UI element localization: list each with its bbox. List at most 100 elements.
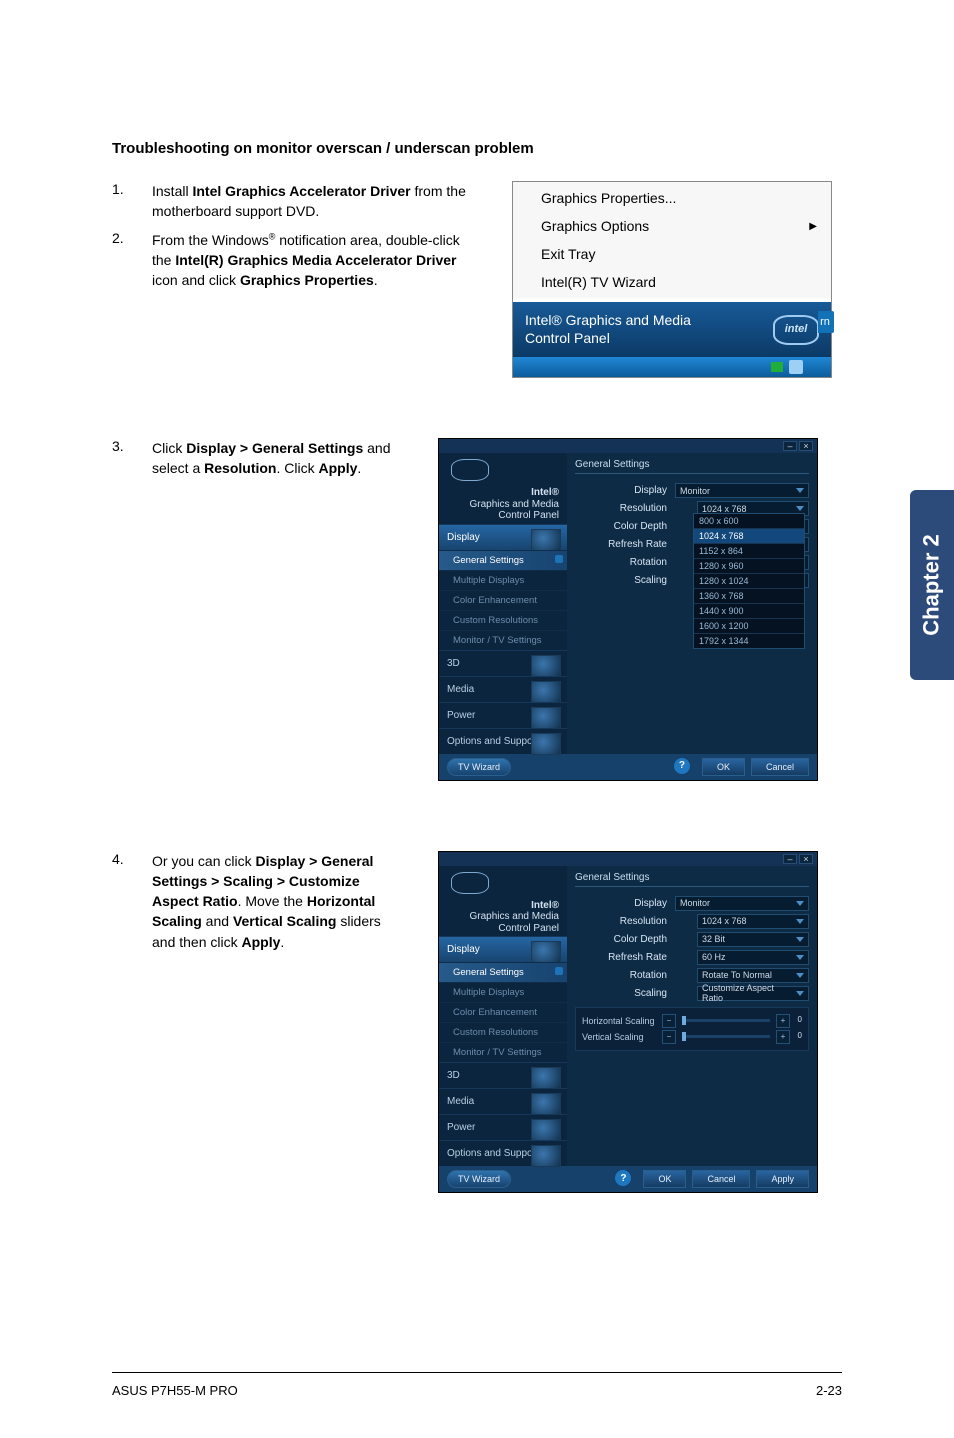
side-sub-multiple-displays[interactable]: Multiple Displays — [439, 570, 567, 590]
label-rotation: Rotation — [575, 557, 675, 568]
slider-stepper-down[interactable]: − — [662, 1014, 676, 1028]
step-body: Install Intel Graphics Accelerator Drive… — [152, 181, 492, 222]
close-button[interactable]: × — [799, 441, 813, 451]
chevron-down-icon — [796, 955, 804, 960]
slider-stepper-up[interactable]: + — [776, 1030, 790, 1044]
footer-right: 2-23 — [816, 1383, 842, 1398]
apply-button[interactable]: Apply — [756, 1170, 809, 1188]
resolution-option-list[interactable]: 800 x 600 1024 x 768 1152 x 864 1280 x 9… — [693, 513, 805, 649]
menu-item-label: Graphics Options — [541, 218, 649, 234]
resolution-option[interactable]: 1600 x 1200 — [694, 618, 804, 633]
resolution-option[interactable]: 1440 x 900 — [694, 603, 804, 618]
tv-wizard-button[interactable]: TV Wizard — [447, 1170, 511, 1188]
panel-banner: Intel® Graphics and Media Control Panel … — [513, 302, 831, 357]
label-scaling: Scaling — [575, 988, 675, 999]
select-resolution[interactable]: 1024 x 768 — [697, 914, 809, 929]
label-display: Display — [575, 898, 675, 909]
step-2: 2. From the Windows® notification area, … — [112, 230, 492, 291]
resolution-option[interactable]: 1360 x 768 — [694, 588, 804, 603]
side-sub-color-enhancement[interactable]: Color Enhancement — [439, 590, 567, 610]
slider-value: 0 — [790, 1015, 802, 1027]
chevron-down-icon — [796, 901, 804, 906]
resolution-option[interactable]: 1280 x 1024 — [694, 573, 804, 588]
select-scaling[interactable]: Customize Aspect Ratio — [697, 986, 809, 1001]
vertical-scaling-slider[interactable] — [682, 1035, 770, 1038]
side-item-3d[interactable]: 3D — [439, 650, 567, 676]
slider-stepper-up[interactable]: + — [776, 1014, 790, 1028]
side-item-display[interactable]: Display — [439, 936, 567, 962]
side-item-power[interactable]: Power — [439, 1114, 567, 1140]
side-sub-monitor-tv-settings[interactable]: Monitor / TV Settings — [439, 1042, 567, 1062]
side-item-media[interactable]: Media — [439, 1088, 567, 1114]
info-icon[interactable]: ? — [674, 758, 690, 774]
select-color-depth[interactable]: 32 Bit — [697, 932, 809, 947]
chapter-tab: Chapter 2 — [910, 490, 954, 680]
info-icon[interactable]: ? — [615, 1170, 631, 1186]
resolution-option[interactable]: 1024 x 768 — [694, 528, 804, 543]
chevron-down-icon — [796, 919, 804, 924]
select-monitor[interactable]: Monitor — [675, 483, 809, 498]
intel-logo-icon — [451, 872, 489, 894]
side-item-power[interactable]: Power — [439, 702, 567, 728]
slider-stepper-down[interactable]: − — [662, 1030, 676, 1044]
resolution-option[interactable]: 1152 x 864 — [694, 543, 804, 558]
brand-line3: Control Panel — [451, 923, 559, 935]
close-button[interactable]: × — [799, 854, 813, 864]
resolution-option[interactable]: 1792 x 1344 — [694, 633, 804, 648]
chevron-down-icon — [796, 506, 804, 511]
step-body: Or you can click Display > General Setti… — [152, 851, 412, 952]
label-resolution: Resolution — [575, 916, 675, 927]
label-color-depth: Color Depth — [575, 934, 675, 945]
tv-wizard-button[interactable]: TV Wizard — [447, 758, 511, 776]
side-item-3d[interactable]: 3D — [439, 1062, 567, 1088]
side-sub-color-enhancement[interactable]: Color Enhancement — [439, 1002, 567, 1022]
step-body: Click Display > General Settings and sel… — [152, 438, 412, 479]
resolution-option[interactable]: 1280 x 960 — [694, 558, 804, 573]
label-color-depth: Color Depth — [575, 521, 675, 532]
label-scaling: Scaling — [575, 575, 675, 586]
tab-general-settings[interactable]: General Settings — [575, 872, 809, 887]
step-4: 4. Or you can click Display > General Se… — [112, 851, 412, 952]
minimize-button[interactable]: – — [783, 854, 797, 864]
menu-item-graphics-properties[interactable]: Graphics Properties... — [515, 184, 829, 212]
label-refresh-rate: Refresh Rate — [575, 539, 675, 550]
menu-item-label: Exit Tray — [541, 246, 595, 262]
side-item-options-support[interactable]: Options and Support — [439, 1140, 567, 1166]
menu-item-tv-wizard[interactable]: Intel(R) TV Wizard — [515, 268, 829, 296]
tab-general-settings[interactable]: General Settings — [575, 459, 809, 474]
chevron-down-icon — [796, 991, 804, 996]
brand-line2: Graphics and Media — [451, 499, 559, 511]
side-sub-multiple-displays[interactable]: Multiple Displays — [439, 982, 567, 1002]
cancel-button[interactable]: Cancel — [751, 758, 809, 776]
side-sub-general-settings[interactable]: General Settings — [439, 550, 567, 570]
side-sub-custom-resolutions[interactable]: Custom Resolutions — [439, 1022, 567, 1042]
menu-item-label: Intel(R) TV Wizard — [541, 274, 656, 290]
cancel-button[interactable]: Cancel — [692, 1170, 750, 1188]
resolution-option[interactable]: 800 x 600 — [694, 514, 804, 528]
side-item-media[interactable]: Media — [439, 676, 567, 702]
taskbar-tray — [513, 357, 831, 377]
page-heading: Troubleshooting on monitor overscan / un… — [112, 140, 842, 157]
select-monitor[interactable]: Monitor — [675, 896, 809, 911]
select-rotation[interactable]: Rotate To Normal — [697, 968, 809, 983]
label-rotation: Rotation — [575, 970, 675, 981]
step-body: From the Windows® notification area, dou… — [152, 230, 492, 291]
side-sub-monitor-tv-settings[interactable]: Monitor / TV Settings — [439, 630, 567, 650]
menu-item-label: Graphics Properties... — [541, 190, 676, 206]
step-3: 3. Click Display > General Settings and … — [112, 438, 412, 479]
menu-item-exit-tray[interactable]: Exit Tray — [515, 240, 829, 268]
menu-item-graphics-options[interactable]: Graphics Options ▶ — [515, 212, 829, 240]
ok-button[interactable]: OK — [643, 1170, 686, 1188]
submenu-arrow-icon: ▶ — [809, 221, 817, 232]
label-display: Display — [575, 485, 675, 496]
step-number: 1. — [112, 181, 152, 197]
ok-button[interactable]: OK — [702, 758, 745, 776]
select-refresh-rate[interactable]: 60 Hz — [697, 950, 809, 965]
step-number: 4. — [112, 851, 152, 867]
side-sub-general-settings[interactable]: General Settings — [439, 962, 567, 982]
minimize-button[interactable]: – — [783, 441, 797, 451]
side-item-options-support[interactable]: Options and Support — [439, 728, 567, 754]
horizontal-scaling-slider[interactable] — [682, 1019, 770, 1022]
side-item-display[interactable]: Display — [439, 524, 567, 550]
side-sub-custom-resolutions[interactable]: Custom Resolutions — [439, 610, 567, 630]
